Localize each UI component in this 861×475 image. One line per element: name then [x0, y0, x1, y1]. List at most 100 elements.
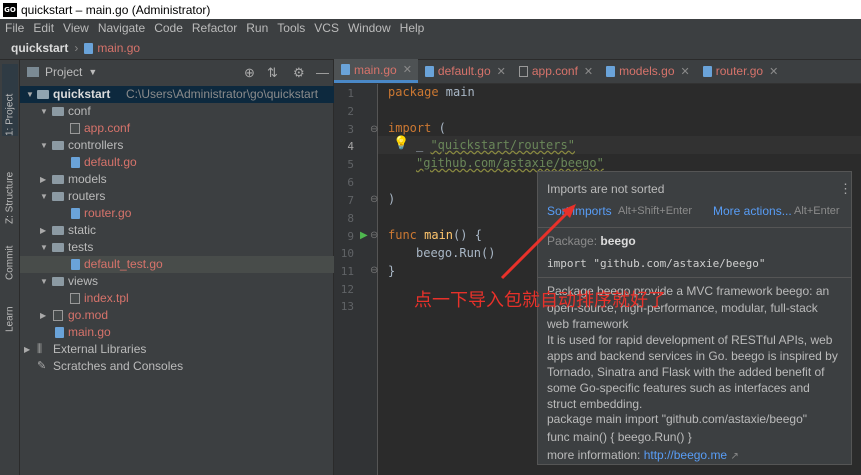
tree-item-default-test-go[interactable]: default_test.go [20, 256, 334, 273]
example-line: func main() { beego.Run() } [547, 430, 692, 444]
menu-bar: File Edit View Navigate Code Refactor Ru… [0, 19, 861, 37]
menu-file[interactable]: File [5, 21, 24, 35]
tab-main-go[interactable]: main.go ✕ [334, 59, 418, 83]
import-statement: import "github.com/astaxie/beego" [547, 257, 766, 270]
tree-label: index.tpl [84, 291, 129, 305]
menu-navigate[interactable]: Navigate [98, 21, 145, 35]
tree-item-conf[interactable]: ▼ conf [20, 103, 334, 120]
menu-help[interactable]: Help [400, 21, 425, 35]
tab-router-go[interactable]: router.go ✕ [696, 59, 785, 83]
tree-label: default_test.go [84, 257, 163, 271]
chevron-right-icon[interactable]: ▶ [40, 222, 46, 239]
close-icon[interactable]: ✕ [584, 65, 593, 78]
close-icon[interactable]: ✕ [769, 65, 778, 78]
project-view-icon [27, 67, 39, 77]
tree-item-external-libraries[interactable]: ▶ ⫼ External Libraries [20, 341, 334, 358]
code-line-9: func main() { [388, 228, 482, 242]
chevron-down-icon[interactable]: ▼ [40, 137, 48, 154]
tree-item-go-mod[interactable]: ▶ go.mod [20, 307, 334, 324]
chevron-down-icon[interactable]: ▼ [40, 239, 48, 256]
project-view-selector[interactable]: Project [45, 65, 82, 79]
close-icon[interactable]: ✕ [403, 63, 412, 76]
chevron-right-icon[interactable]: ▶ [40, 171, 46, 188]
close-icon[interactable]: ✕ [497, 65, 506, 78]
tab-app-conf[interactable]: app.conf ✕ [512, 59, 599, 83]
tree-label: conf [68, 104, 91, 118]
menu-refactor[interactable]: Refactor [192, 21, 237, 35]
tool-tab-structure[interactable]: Z: Structure [2, 144, 18, 224]
sort-imports-link[interactable]: Sort imports [547, 204, 612, 218]
menu-code[interactable]: Code [154, 21, 183, 35]
code-line-4: _ "quickstart/routers" [416, 138, 575, 152]
menu-window[interactable]: Window [348, 21, 391, 35]
more-actions-shortcut: Alt+Enter [794, 205, 840, 217]
more-actions-link[interactable]: More actions... [713, 204, 792, 218]
popup-actions: Imports are not sorted ⋮ Sort imports Al… [538, 172, 852, 228]
tree-item-default-go[interactable]: default.go [20, 154, 334, 171]
breadcrumb-file[interactable]: main.go [97, 41, 140, 55]
menu-edit[interactable]: Edit [33, 21, 54, 35]
chevron-down-icon[interactable]: ▼ [40, 273, 48, 290]
menu-view[interactable]: View [63, 21, 89, 35]
tool-tab-learn[interactable]: Learn [2, 288, 18, 332]
package-documentation: Package: beego import "github.com/astaxi… [538, 228, 851, 464]
tree-item-scratches[interactable]: ✎ Scratches and Consoles [20, 358, 334, 375]
tree-item-routers[interactable]: ▼ routers [20, 188, 334, 205]
chevron-down-icon[interactable]: ▼ [88, 67, 97, 77]
hide-panel-icon[interactable]: — [316, 65, 329, 80]
chevron-down-icon[interactable]: ▼ [40, 103, 48, 120]
menu-vcs[interactable]: VCS [314, 21, 339, 35]
tree-item-views[interactable]: ▼ views [20, 273, 334, 290]
folder-icon [52, 243, 64, 252]
tree-item-app-conf[interactable]: app.conf [20, 120, 334, 137]
more-info-link[interactable]: http://beego.me [644, 448, 727, 462]
folder-icon [52, 192, 64, 201]
breadcrumb-project[interactable]: quickstart [11, 41, 68, 55]
tab-label: app.conf [531, 64, 578, 78]
more-options-icon[interactable]: ⋮ [839, 181, 852, 197]
tab-models-go[interactable]: models.go ✕ [599, 59, 696, 83]
tool-tab-commit[interactable]: Commit [2, 224, 18, 280]
line-number: 3 [347, 123, 354, 136]
chevron-down-icon[interactable]: ▼ [40, 188, 48, 205]
editor-tab-bar: main.go ✕ default.go ✕ app.conf ✕ models… [334, 59, 861, 84]
code-text: } [388, 264, 396, 278]
editor-gutter: 1 2 3 4 5 6 7 8 9 10 11 12 13 ▶ ⊖ ⊖ ⊖ ⊖ [334, 84, 378, 475]
tree-item-models[interactable]: ▶ models [20, 171, 334, 188]
chevron-right-icon[interactable]: ▶ [24, 341, 30, 358]
package-label: Package: [547, 234, 598, 248]
gear-icon[interactable]: ⚙ [293, 65, 305, 81]
chevron-down-icon[interactable]: ▼ [26, 86, 34, 103]
tool-tab-project[interactable]: 1: Project [2, 64, 18, 136]
goland-logo-icon: GO [3, 2, 17, 17]
tree-item-index-tpl[interactable]: index.tpl [20, 290, 334, 307]
code-line-7: ) [388, 192, 395, 206]
project-tree: ▼ quickstart C:\Users\Administrator\go\q… [20, 86, 334, 375]
locate-icon[interactable]: ⊕ [244, 65, 255, 81]
run-icon[interactable]: ▶ [360, 230, 368, 241]
code-line-11: } [388, 264, 395, 278]
tab-default-go[interactable]: default.go ✕ [418, 59, 512, 83]
line-number: 12 [340, 283, 354, 296]
tree-item-main-go[interactable]: main.go [20, 324, 334, 341]
tool-tab-commit-label: Commit [4, 245, 16, 280]
tree-item-router-go[interactable]: router.go [20, 205, 334, 222]
tree-label: router.go [84, 206, 132, 220]
menu-run[interactable]: Run [246, 21, 268, 35]
collapse-all-icon[interactable]: ⇅ [267, 65, 278, 81]
chevron-right-icon[interactable]: ▶ [40, 307, 46, 324]
tree-label: app.conf [84, 121, 131, 135]
close-icon[interactable]: ✕ [681, 65, 690, 78]
tree-item-controllers[interactable]: ▼ controllers [20, 137, 334, 154]
window-title: quickstart – main.go (Administrator) [21, 2, 211, 17]
lightbulb-icon[interactable]: 💡 [393, 136, 409, 151]
menu-tools[interactable]: Tools [277, 21, 305, 35]
package-line: Package: beego [547, 233, 636, 249]
tree-item-static[interactable]: ▶ static [20, 222, 334, 239]
tree-item-root[interactable]: ▼ quickstart C:\Users\Administrator\go\q… [20, 86, 334, 103]
function-name: main [416, 228, 454, 242]
folder-icon [52, 226, 64, 235]
tree-item-tests[interactable]: ▼ tests [20, 239, 334, 256]
tree-label: controllers [68, 138, 124, 152]
line-number: 7 [347, 194, 354, 207]
